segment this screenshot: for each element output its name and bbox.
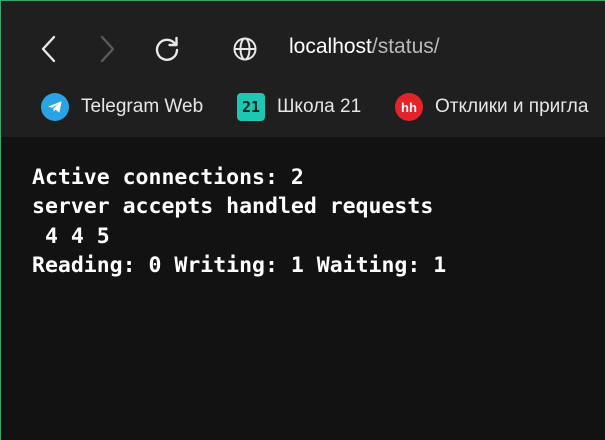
school21-icon: 21 — [237, 93, 265, 121]
address-bar[interactable]: localhost/status/ — [289, 35, 440, 59]
status-line-header: server accepts handled requests — [32, 194, 434, 220]
back-arrow-icon — [41, 35, 56, 63]
telegram-icon — [41, 93, 69, 121]
page-content: Active connections: 2 server accepts han… — [32, 163, 446, 280]
back-button[interactable] — [29, 29, 69, 69]
browser-window: localhost/status/ Telegram Web 21 Школа … — [0, 0, 605, 440]
hh-icon: hh — [395, 93, 423, 121]
forward-arrow-icon — [100, 35, 115, 63]
bookmark-telegram-web[interactable]: Telegram Web — [41, 91, 203, 123]
bookmark-school-21[interactable]: 21 Школа 21 — [237, 91, 361, 123]
reload-icon — [155, 36, 179, 61]
globe-icon — [233, 37, 257, 61]
browser-chrome: localhost/status/ Telegram Web 21 Школа … — [1, 1, 605, 137]
bookmark-label: Telegram Web — [81, 96, 204, 117]
site-info-button[interactable] — [227, 31, 263, 67]
status-line-counts: 4 4 5 — [32, 223, 110, 249]
status-line-active-connections: Active connections: 2 — [32, 165, 304, 190]
bookmark-hh[interactable]: hh Отклики и пригла — [395, 91, 588, 123]
bookmark-label: Школа 21 — [277, 96, 362, 117]
forward-button[interactable] — [87, 29, 127, 69]
url-path: /status/ — [371, 35, 440, 58]
bookmark-label: Отклики и пригла — [435, 96, 589, 117]
toolbar: localhost/status/ — [1, 1, 605, 96]
reload-button[interactable] — [147, 29, 187, 69]
bookmarks-bar: Telegram Web 21 Школа 21 hh Отклики и пр… — [1, 85, 605, 129]
status-line-states: Reading: 0 Writing: 1 Waiting: 1 — [32, 252, 447, 278]
url-host: localhost — [289, 35, 372, 58]
